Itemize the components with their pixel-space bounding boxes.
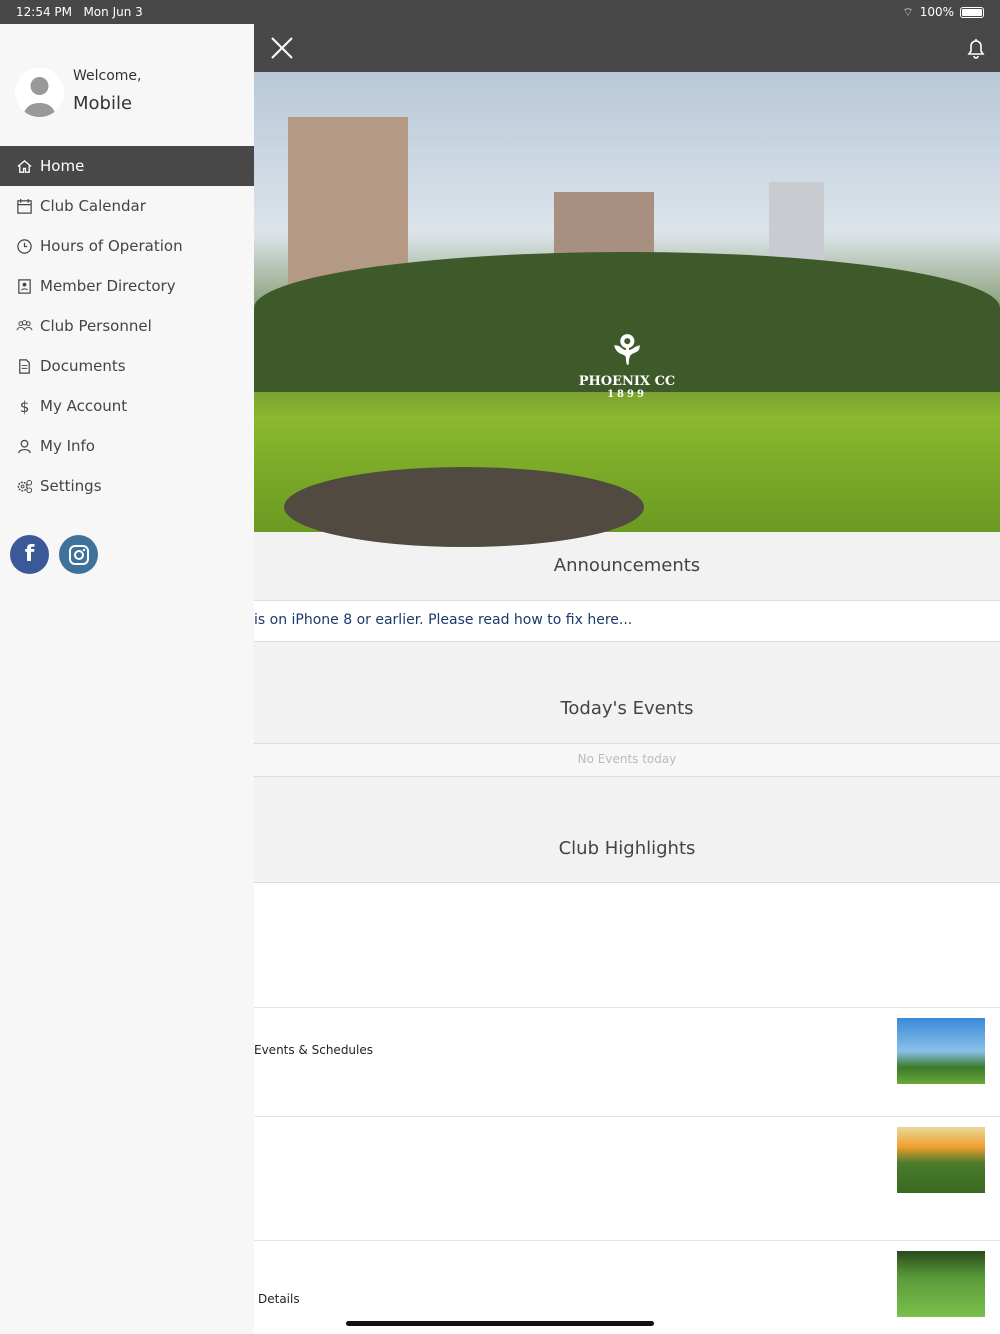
svg-text:$: $ bbox=[20, 398, 30, 415]
sidebar-item-my-info[interactable]: My Info bbox=[0, 426, 254, 466]
announcement-link[interactable]: is on iPhone 8 or earlier. Please read h… bbox=[254, 600, 1000, 642]
close-icon[interactable] bbox=[270, 36, 294, 60]
battery-percent: 100% bbox=[919, 5, 954, 19]
dollar-icon: $ bbox=[20, 398, 30, 415]
sidebar-item-home[interactable]: Home bbox=[0, 146, 254, 186]
status-date: Mon Jun 3 bbox=[83, 5, 143, 19]
hero-image: ⚘ PHOENIX CC 1899 bbox=[254, 72, 1000, 547]
club-highlights-heading: Club Highlights bbox=[558, 838, 696, 859]
top-bar bbox=[254, 24, 1000, 72]
highlight-spacer bbox=[254, 882, 1000, 1008]
gear-icon bbox=[17, 479, 33, 493]
clock-icon bbox=[17, 238, 32, 254]
highlight-thumbnail bbox=[897, 1018, 985, 1084]
avatar bbox=[15, 68, 64, 117]
sidebar-item-label: My Info bbox=[40, 437, 95, 455]
announcements-heading: Announcements bbox=[553, 555, 701, 576]
highlight-item[interactable]: Events & Schedules bbox=[254, 1008, 1000, 1117]
home-icon bbox=[17, 159, 32, 173]
highlight-label: Events & Schedules bbox=[254, 1043, 374, 1057]
sidebar-item-settings[interactable]: Settings bbox=[0, 466, 254, 506]
calendar-icon bbox=[17, 198, 32, 214]
sidebar-item-club-personnel[interactable]: Club Personnel bbox=[0, 306, 254, 346]
welcome-text: Welcome, bbox=[73, 68, 142, 84]
sidebar-item-label: Member Directory bbox=[40, 277, 176, 295]
document-icon bbox=[19, 358, 30, 374]
sidebar-item-label: My Account bbox=[40, 397, 128, 415]
sidebar-item-my-account[interactable]: $ My Account bbox=[0, 386, 254, 426]
wifi-icon: ⌔ bbox=[902, 4, 914, 19]
people-icon bbox=[16, 319, 33, 330]
status-bar: 12:54 PM Mon Jun 3 ⌔ 100% bbox=[0, 0, 1000, 24]
facebook-icon[interactable]: f bbox=[10, 535, 49, 574]
battery-icon bbox=[960, 6, 984, 18]
drawer-menu: Home Club Calendar Hours of Operation Membe… bbox=[0, 146, 254, 506]
no-events-text: No Events today bbox=[254, 743, 1000, 777]
highlight-thumbnail bbox=[897, 1251, 985, 1317]
sidebar-item-label: Settings bbox=[40, 477, 102, 495]
user-name: Mobile bbox=[73, 93, 133, 114]
sidebar-item-documents[interactable]: Documents bbox=[0, 346, 254, 386]
club-logo: ⚘ PHOENIX CC 1899 bbox=[578, 327, 676, 400]
todays-events-heading: Today's Events bbox=[560, 698, 694, 719]
bell-icon[interactable] bbox=[964, 36, 988, 60]
highlight-item[interactable] bbox=[254, 1117, 1000, 1241]
sidebar-item-label: Club Calendar bbox=[40, 197, 146, 215]
sidebar-item-member-directory[interactable]: Member Directory bbox=[0, 266, 254, 306]
sidebar-item-label: Home bbox=[40, 157, 85, 175]
sidebar-item-label: Documents bbox=[40, 357, 126, 375]
highlight-label: Details bbox=[258, 1292, 300, 1306]
person-icon bbox=[18, 439, 31, 453]
instagram-icon[interactable] bbox=[59, 535, 98, 574]
highlight-thumbnail bbox=[897, 1127, 985, 1193]
home-indicator bbox=[346, 1321, 654, 1326]
sidebar-item-hours-of-operation[interactable]: Hours of Operation bbox=[0, 226, 254, 266]
sidebar-item-label: Hours of Operation bbox=[40, 237, 183, 255]
sidebar-item-club-calendar[interactable]: Club Calendar bbox=[0, 186, 254, 226]
directory-icon bbox=[18, 278, 31, 294]
sidebar-item-label: Club Personnel bbox=[40, 317, 152, 335]
side-drawer: Welcome, Mobile Home Club Calendar Hours o… bbox=[0, 24, 254, 1334]
status-time: 12:54 PM bbox=[16, 5, 72, 19]
